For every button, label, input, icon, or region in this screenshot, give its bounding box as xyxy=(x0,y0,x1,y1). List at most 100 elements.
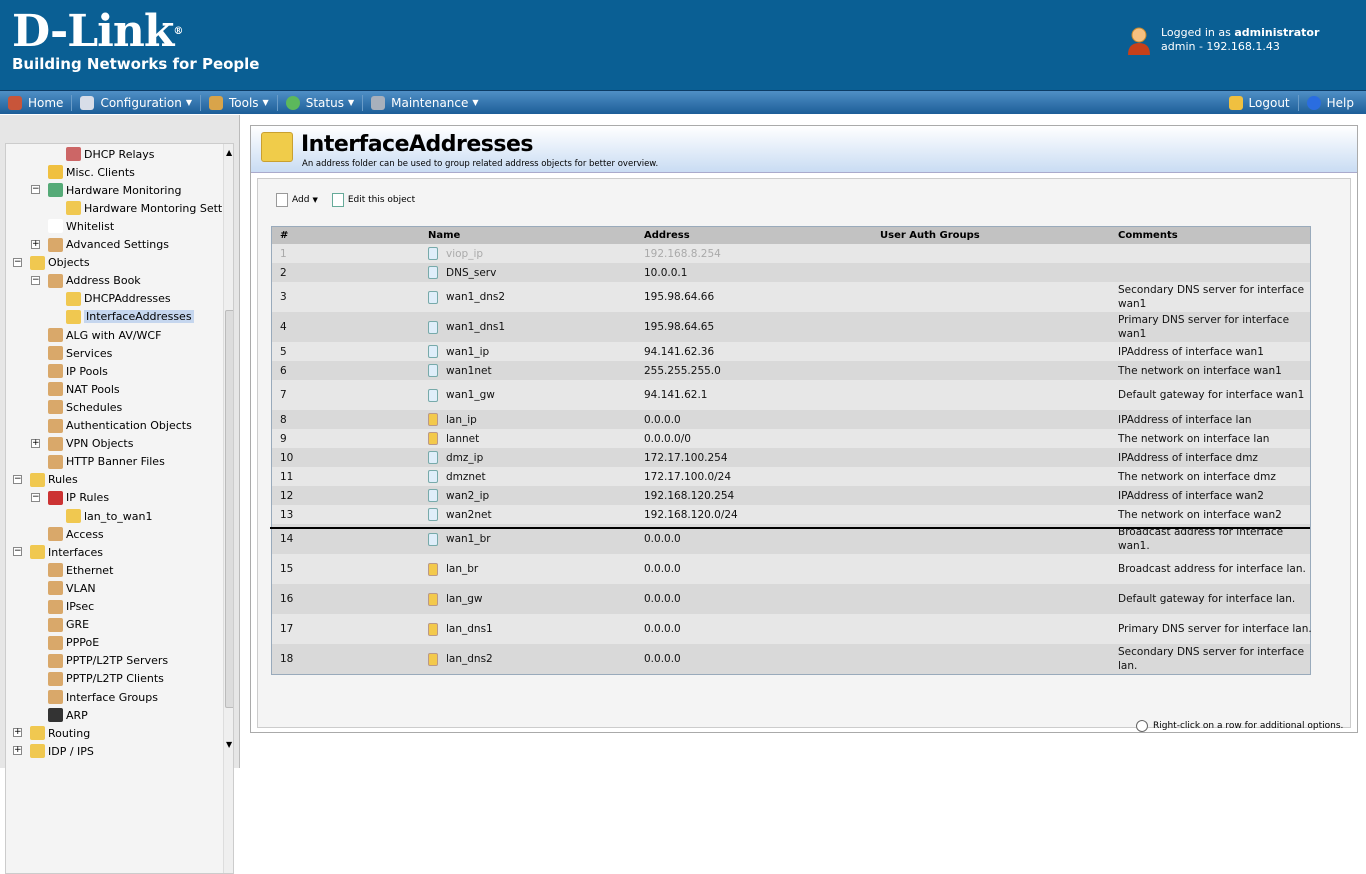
column-header-comments[interactable]: Comments xyxy=(1118,227,1312,244)
table-row[interactable]: 15 lan_br 0.0.0.0 Broadcast address for int… xyxy=(272,554,1310,584)
tree-item[interactable]: NAT Pools xyxy=(48,380,120,398)
table-row[interactable]: 17 lan_dns1 0.0.0.0 Primary DNS server for … xyxy=(272,614,1312,644)
row-address: 0.0.0.0 xyxy=(644,614,681,644)
menu-tools[interactable]: Tools ▼ xyxy=(201,91,277,114)
row-address-text: 172.17.100.0/24 xyxy=(644,470,732,483)
row-comment: The network on interface wan1 xyxy=(1118,361,1312,380)
tree-item[interactable]: Rules xyxy=(30,471,78,489)
scroll-up-icon[interactable]: ▲ xyxy=(226,148,232,157)
tree-item[interactable]: IDP / IPS xyxy=(30,742,94,760)
tree-item[interactable]: Interfaces xyxy=(30,543,103,561)
row-name: wan2_ip xyxy=(428,486,489,505)
tree-item[interactable]: GRE xyxy=(48,616,89,634)
tree-item[interactable]: Schedules xyxy=(48,398,122,416)
table-row[interactable]: 3 wan1_dns2 195.98.64.66 Secondary DNS serv… xyxy=(272,282,1310,312)
table-row[interactable]: 8 lan_ip 0.0.0.0 IPAddress of interface lan xyxy=(272,410,1310,429)
tree-item[interactable]: HTTP Banner Files xyxy=(48,453,165,471)
tree-item[interactable]: Services xyxy=(48,344,112,362)
tree-item[interactable]: ALG with AV/WCF xyxy=(48,326,161,344)
column-header-user-auth-groups[interactable]: User Auth Groups xyxy=(880,227,980,244)
table-row[interactable]: 2 DNS_serv 10.0.0.1 xyxy=(272,263,1310,282)
scrollbar-thumb[interactable] xyxy=(225,310,233,708)
row-number-text: 12 xyxy=(280,489,294,502)
collapse-icon[interactable]: − xyxy=(31,492,40,502)
edit-object-button[interactable]: Edit this object xyxy=(331,193,415,207)
tree-item[interactable]: Interface Groups xyxy=(48,688,158,706)
row-address: 94.141.62.1 xyxy=(644,380,707,410)
tree-item[interactable]: DHCPAddresses xyxy=(66,290,171,308)
tree-item[interactable]: Ethernet xyxy=(48,561,113,579)
address-object-icon xyxy=(428,532,438,546)
row-number: 3 xyxy=(280,282,287,312)
expand-icon[interactable]: + xyxy=(13,728,22,738)
tree-item[interactable]: VLAN xyxy=(48,579,96,597)
tree-item[interactable]: PPPoE xyxy=(48,634,99,652)
tree-node-icon xyxy=(48,165,63,180)
row-name-text: wan1_dns2 xyxy=(446,291,506,303)
tree-item[interactable]: Authentication Objects xyxy=(48,417,192,435)
table-row[interactable]: 5 wan1_ip 94.141.62.36 IPAddress of interfa… xyxy=(272,342,1310,361)
table-row[interactable]: 6 wan1net 255.255.255.0 The network on inte… xyxy=(272,361,1310,380)
tree-item-label: IDP / IPS xyxy=(48,744,94,758)
tree-item[interactable]: Hardware Monitoring xyxy=(48,181,181,199)
column-header-name[interactable]: Name xyxy=(428,227,460,244)
tree-item[interactable]: Access xyxy=(48,525,104,543)
tree-node-icon xyxy=(48,418,63,433)
menu-maintenance[interactable]: Maintenance ▼ xyxy=(363,91,486,114)
tree-scrollbar[interactable]: ▲ ▼ xyxy=(223,144,233,873)
tree-node-icon xyxy=(66,309,81,324)
tree-item[interactable]: IP Rules xyxy=(48,489,109,507)
table-row[interactable]: 10 dmz_ip 172.17.100.254 IPAddress of inter… xyxy=(272,448,1310,467)
row-name: wan1_dns1 xyxy=(428,312,505,342)
expand-icon[interactable]: + xyxy=(31,438,40,448)
collapse-icon[interactable]: − xyxy=(13,474,22,484)
tree-item[interactable]: Hardware Montoring Settings xyxy=(66,199,233,217)
table-row[interactable]: 18 lan_dns2 0.0.0.0 Secondary DNS server fo… xyxy=(272,644,1310,674)
row-comment: Primary DNS server for interface wan1 xyxy=(1118,312,1312,342)
tree-item[interactable]: InterfaceAddresses xyxy=(66,308,194,326)
row-number-text: 17 xyxy=(280,623,294,635)
collapse-icon[interactable]: − xyxy=(31,185,40,195)
table-row[interactable]: 1 viop_ip 192.168.8.254 xyxy=(272,244,1310,263)
tree-item[interactable]: Advanced Settings xyxy=(48,236,169,254)
help-button[interactable]: Help xyxy=(1299,91,1366,114)
tree-node-icon xyxy=(48,328,63,342)
tree-item[interactable]: DHCP Relays xyxy=(66,145,155,163)
row-name: dmz_ip xyxy=(428,448,483,467)
tree-item-label: PPPoE xyxy=(66,636,100,650)
table-row[interactable]: 16 lan_gw 0.0.0.0 Default gateway for inter… xyxy=(272,584,1310,614)
add-button[interactable]: Add ▼ xyxy=(276,193,318,207)
menu-home[interactable]: Home xyxy=(0,91,71,114)
tree-item[interactable]: Address Book xyxy=(48,272,141,290)
menu-configuration[interactable]: Configuration ▼ xyxy=(72,91,200,114)
menu-status[interactable]: Status ▼ xyxy=(278,91,362,114)
column-header-number[interactable]: # xyxy=(280,227,288,244)
tree-item[interactable]: VPN Objects xyxy=(48,435,133,453)
column-header-address[interactable]: Address xyxy=(644,227,690,244)
logout-button[interactable]: Logout xyxy=(1221,91,1298,114)
tree-item[interactable]: ARP xyxy=(48,706,88,724)
table-row[interactable]: 7 wan1_gw 94.141.62.1 Default gateway for i… xyxy=(272,380,1310,410)
collapse-icon[interactable]: − xyxy=(13,257,22,267)
table-row[interactable]: 13 wan2net 192.168.120.0/24 The network on … xyxy=(272,505,1310,524)
expand-icon[interactable]: + xyxy=(31,239,40,249)
tree-item[interactable]: PPTP/L2TP Clients xyxy=(48,670,164,688)
tree-item[interactable]: lan_to_wan1 xyxy=(66,507,153,525)
tree-item[interactable]: Routing xyxy=(30,724,90,742)
tree-item[interactable]: Objects xyxy=(30,254,90,272)
table-row[interactable]: 12 wan2_ip 192.168.120.254 IPAddress of int… xyxy=(272,486,1310,505)
table-row[interactable]: 4 wan1_dns1 195.98.64.65 Primary DNS server… xyxy=(272,312,1310,342)
collapse-icon[interactable]: − xyxy=(31,275,40,285)
table-row[interactable]: 11 dmznet 172.17.100.0/24 The network on in… xyxy=(272,467,1310,486)
scroll-down-icon[interactable]: ▼ xyxy=(226,740,232,749)
table-row[interactable]: 9 lannet 0.0.0.0/0 The network on interface… xyxy=(272,429,1310,448)
row-comment: The network on interface lan xyxy=(1118,429,1312,448)
expand-icon[interactable]: + xyxy=(13,746,22,756)
tree-item[interactable]: IP Pools xyxy=(48,362,108,380)
collapse-icon[interactable]: − xyxy=(13,547,22,557)
tree-item[interactable]: Whitelist xyxy=(48,217,114,235)
tree-item[interactable]: IPsec xyxy=(48,598,94,616)
tree-item[interactable]: PPTP/L2TP Servers xyxy=(48,652,168,670)
tree-item[interactable]: Misc. Clients xyxy=(48,163,135,181)
tree-item-label: GRE xyxy=(66,618,90,632)
